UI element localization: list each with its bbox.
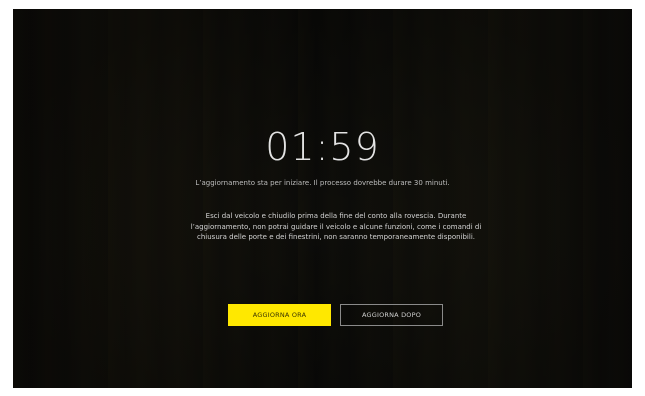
- update-countdown-screen: 01:59 L’aggiornamento sta per iniziare. …: [13, 9, 632, 388]
- countdown-timer: 01:59: [265, 125, 380, 169]
- update-now-button[interactable]: AGGIORNA ORA: [228, 304, 331, 326]
- update-instructions: Esci dal veicolo e chiudilo prima della …: [190, 212, 482, 241]
- update-subtitle: L’aggiornamento sta per iniziare. Il pro…: [195, 179, 450, 187]
- update-later-button[interactable]: AGGIORNA DOPO: [340, 304, 443, 326]
